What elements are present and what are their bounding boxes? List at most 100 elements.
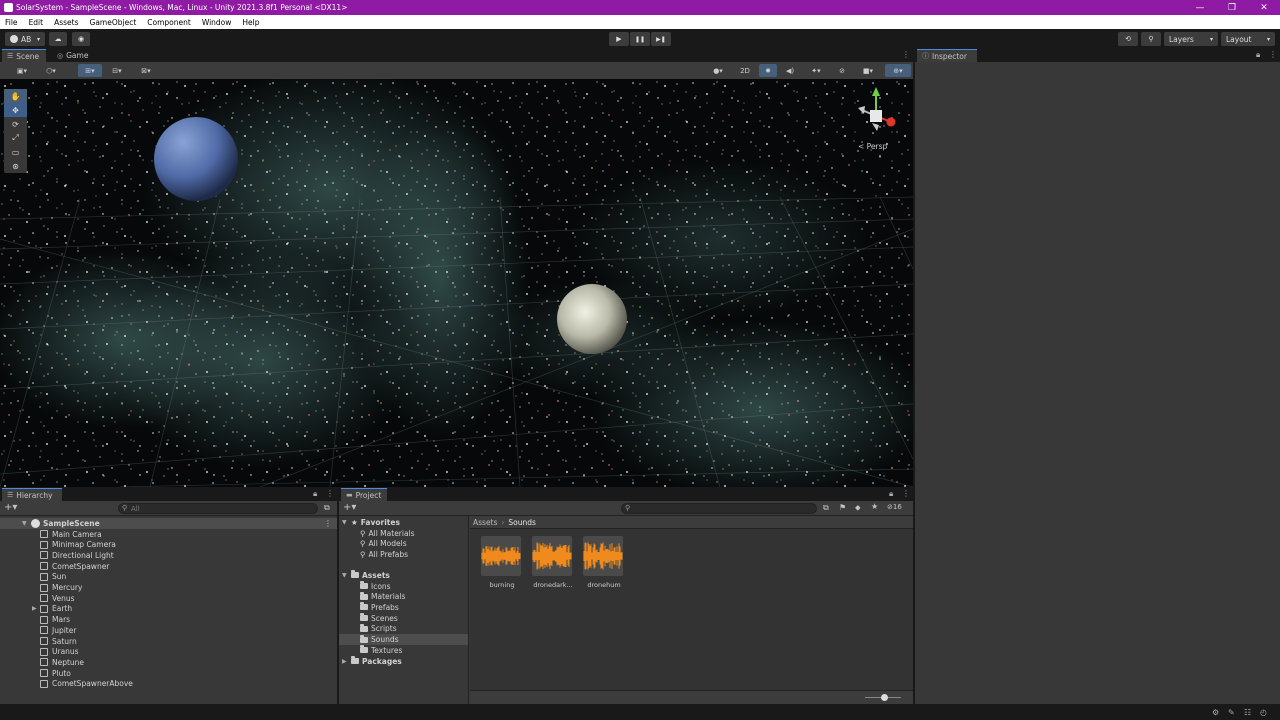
hidden-packages-toggle[interactable]: ⊘16 — [887, 503, 902, 511]
perspective-label[interactable]: < Persp — [858, 142, 887, 151]
rect-tool-button[interactable]: ▭ — [4, 145, 27, 159]
tab-game[interactable]: ◎ Game — [52, 49, 96, 62]
asset-folder-item[interactable]: Materials — [339, 591, 468, 602]
project-menu-icon[interactable]: ⋮ — [902, 489, 910, 498]
draw-mode-dropdown[interactable]: ▣▾ — [10, 64, 34, 77]
effects-dropdown[interactable]: ✦▾ — [803, 64, 829, 77]
hierarchy-item[interactable]: Mars — [0, 614, 337, 625]
asset-folder-item[interactable]: Scripts — [339, 623, 468, 635]
pause-button[interactable]: ❚❚ — [630, 32, 650, 46]
hierarchy-item[interactable]: Mercury — [0, 582, 337, 593]
transform-tool-button[interactable]: ⊛ — [4, 159, 27, 173]
cloud-button[interactable]: ☁ — [49, 32, 67, 46]
layers-dropdown[interactable]: Layers ▾ — [1164, 32, 1218, 46]
shading-mode-dropdown[interactable]: ●▾ — [706, 64, 730, 77]
minimize-button[interactable]: — — [1184, 0, 1216, 15]
debug-icon[interactable]: ✎ — [1228, 708, 1235, 717]
expand-arrow-icon[interactable]: ▼ — [22, 520, 27, 527]
blue-planet[interactable] — [154, 117, 238, 201]
filter-icon[interactable]: ⧉ — [324, 503, 330, 513]
audio-asset[interactable]: dronehum — [583, 536, 625, 596]
menu-component[interactable]: Component — [142, 18, 197, 27]
hierarchy-search-input[interactable]: ⚲ All — [118, 503, 318, 514]
menu-file[interactable]: File — [0, 18, 24, 27]
maximize-button[interactable]: ❐ — [1216, 0, 1248, 15]
history-button[interactable]: ⟲ — [1118, 32, 1138, 46]
scene-menu-icon[interactable]: ⋮ — [324, 519, 332, 528]
tab-scene[interactable]: ☰ Scene — [2, 49, 46, 62]
cache-icon[interactable]: ☷ — [1244, 708, 1251, 717]
grid-visibility-dropdown[interactable]: ⊠▾ — [134, 64, 158, 77]
scale-tool-button[interactable]: ⤢ — [4, 131, 27, 145]
scene-root-row[interactable]: ▼ SampleScene ⋮ — [0, 518, 337, 529]
hierarchy-menu-icon[interactable]: ⋮ — [326, 489, 334, 498]
hierarchy-item[interactable]: Pluto — [0, 668, 337, 679]
increment-snap-dropdown[interactable]: ⊟▾ — [106, 64, 128, 77]
asset-folder-item[interactable]: Sounds — [339, 634, 468, 645]
expand-arrow-icon[interactable]: ▶ — [32, 605, 37, 612]
tab-inspector[interactable]: ⓘ Inspector — [917, 49, 977, 62]
hierarchy-item[interactable]: CometSpawner — [0, 561, 337, 572]
tab-project[interactable]: ▬ Project — [341, 488, 387, 501]
hierarchy-item[interactable]: Venus — [0, 593, 337, 604]
menu-gameobject[interactable]: GameObject — [85, 18, 143, 27]
favorites-item[interactable]: ⚲ All Models — [339, 538, 468, 549]
asset-folder-item[interactable]: Textures — [339, 645, 468, 656]
tag-icon[interactable]: ⬥ — [855, 503, 861, 513]
hierarchy-item[interactable]: Saturn — [0, 636, 337, 647]
asset-folder-item[interactable]: Prefabs — [339, 602, 468, 613]
play-button[interactable]: ▶ — [609, 32, 629, 46]
lock-icon[interactable]: 🔒︎ — [313, 489, 317, 499]
hierarchy-item[interactable]: CometSpawnerAbove — [0, 679, 337, 690]
2d-toggle[interactable]: 2D — [735, 64, 755, 77]
search-button[interactable]: ⚲ — [1141, 32, 1161, 46]
expand-arrow-icon[interactable]: ▼ — [342, 519, 347, 526]
collab-button[interactable]: ◉ — [72, 32, 90, 46]
gizmos-dropdown[interactable]: ⊕▾ — [885, 64, 911, 77]
notification-icon[interactable]: ◴ — [1260, 708, 1267, 717]
hierarchy-item[interactable]: Main Camera — [0, 529, 337, 540]
tab-hierarchy[interactable]: ☰ Hierarchy — [2, 488, 62, 501]
hierarchy-item[interactable]: Minimap Camera — [0, 539, 337, 550]
audio-toggle[interactable]: ◀) — [781, 64, 799, 77]
white-planet[interactable] — [557, 284, 627, 354]
project-search-input[interactable]: ⚲ — [621, 503, 817, 514]
hierarchy-item[interactable]: Uranus — [0, 646, 337, 657]
scene-panel-menu-icon[interactable]: ⋮ — [902, 50, 910, 59]
collapse-arrow-icon[interactable]: ▶ — [342, 658, 347, 665]
breadcrumb-assets[interactable]: Assets — [473, 518, 497, 527]
asset-folder-item[interactable]: Scenes — [339, 613, 468, 624]
expand-arrow-icon[interactable]: ▼ — [342, 572, 347, 579]
search-by-label-icon[interactable]: ⚑ — [839, 503, 846, 512]
hierarchy-item[interactable]: ▶ Earth — [0, 604, 337, 615]
audio-asset[interactable]: dronedark... — [532, 536, 574, 596]
camera-dropdown[interactable]: ■▾ — [855, 64, 881, 77]
close-button[interactable]: ✕ — [1248, 0, 1280, 15]
step-button[interactable]: ▶❚ — [651, 32, 671, 46]
hierarchy-item[interactable]: Jupiter — [0, 625, 337, 636]
layout-dropdown[interactable]: Layout ▾ — [1221, 32, 1275, 46]
add-icon[interactable]: +▾ — [343, 502, 356, 513]
hierarchy-item[interactable]: Directional Light — [0, 550, 337, 561]
packages-row[interactable]: ▶ Packages — [339, 656, 468, 667]
lighting-toggle[interactable]: ✹ — [759, 64, 777, 77]
render-mode-dropdown[interactable]: ⬡▾ — [38, 64, 64, 77]
move-tool-button[interactable]: ✥ — [4, 103, 27, 117]
assets-row[interactable]: ▼ Assets — [339, 570, 468, 581]
progress-icon[interactable]: ⚙ — [1212, 708, 1219, 717]
breadcrumb-sounds[interactable]: Sounds — [508, 518, 536, 527]
menu-help[interactable]: Help — [237, 18, 265, 27]
star-icon[interactable]: ★ — [871, 502, 878, 511]
scene-viewport[interactable]: ✋ ✥ ⟳ ⤢ ▭ ⊛ < Persp — [0, 79, 913, 487]
lock-icon[interactable]: 🔒︎ — [1256, 50, 1260, 60]
zoom-slider-handle[interactable] — [881, 694, 889, 701]
hierarchy-item[interactable]: Sun — [0, 572, 337, 583]
lock-icon[interactable]: 🔒︎ — [889, 489, 893, 499]
hierarchy-item[interactable]: Neptune — [0, 657, 337, 668]
favorites-item[interactable]: ⚲ All Materials — [339, 528, 468, 539]
account-dropdown[interactable]: AB ▾ — [5, 32, 45, 46]
rotate-tool-button[interactable]: ⟳ — [4, 117, 27, 131]
search-by-type-icon[interactable]: ⧉ — [823, 503, 829, 513]
hand-tool-button[interactable]: ✋ — [4, 89, 27, 103]
menu-window[interactable]: Window — [197, 18, 238, 27]
